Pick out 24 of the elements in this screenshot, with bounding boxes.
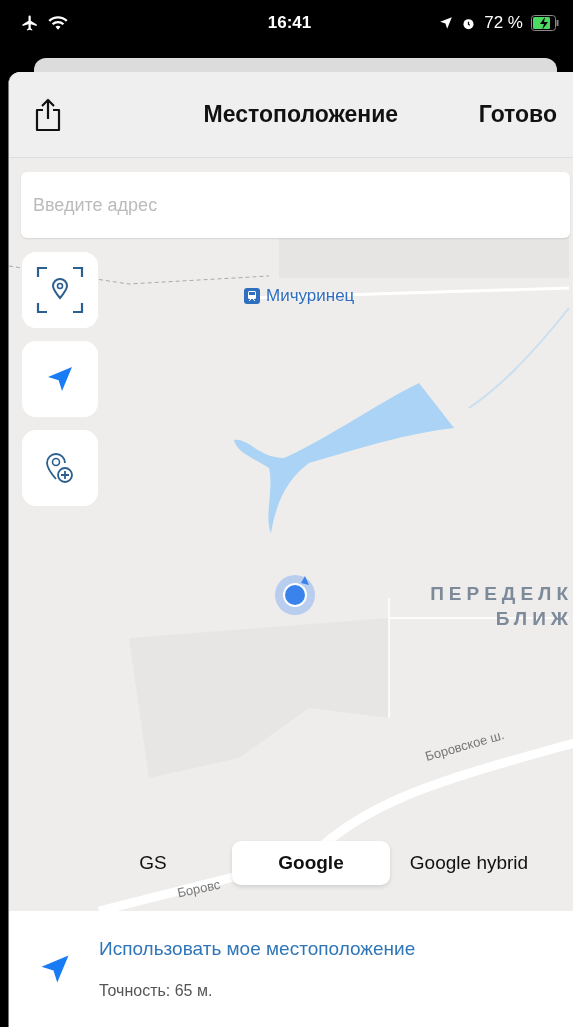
window-title: Местоположение [202, 101, 400, 128]
address-search-field[interactable]: Введите адрес [21, 172, 570, 238]
district-label: БЛИЖ [495, 608, 573, 630]
train-icon [244, 288, 260, 304]
map-type-tab[interactable]: Google hybrid [390, 841, 548, 885]
map-type-tab[interactable]: Google [232, 841, 390, 885]
road-label: Боровс [175, 876, 222, 901]
battery-percent: 72 % [484, 13, 523, 33]
airplane-icon [20, 14, 40, 32]
use-my-location-link[interactable]: Использовать мое местоположение [99, 938, 416, 960]
wifi-icon [48, 15, 68, 31]
accuracy-text: Точность: 65 м. [99, 982, 214, 1000]
focus-frame-pin-icon [35, 265, 85, 315]
status-time: 16:41 [267, 13, 312, 33]
add-pin-button[interactable] [22, 430, 98, 506]
location-arrow-icon [439, 16, 454, 30]
battery-charging-icon [531, 15, 559, 31]
done-button[interactable]: Готово [478, 101, 557, 128]
share-icon[interactable] [33, 96, 63, 133]
focus-location-button[interactable] [22, 252, 98, 328]
add-pin-icon [45, 452, 75, 484]
station-label: Мичуринец [244, 286, 355, 306]
district-label: ПЕРЕДЕЛК [430, 583, 573, 605]
my-location-button[interactable] [22, 341, 98, 417]
